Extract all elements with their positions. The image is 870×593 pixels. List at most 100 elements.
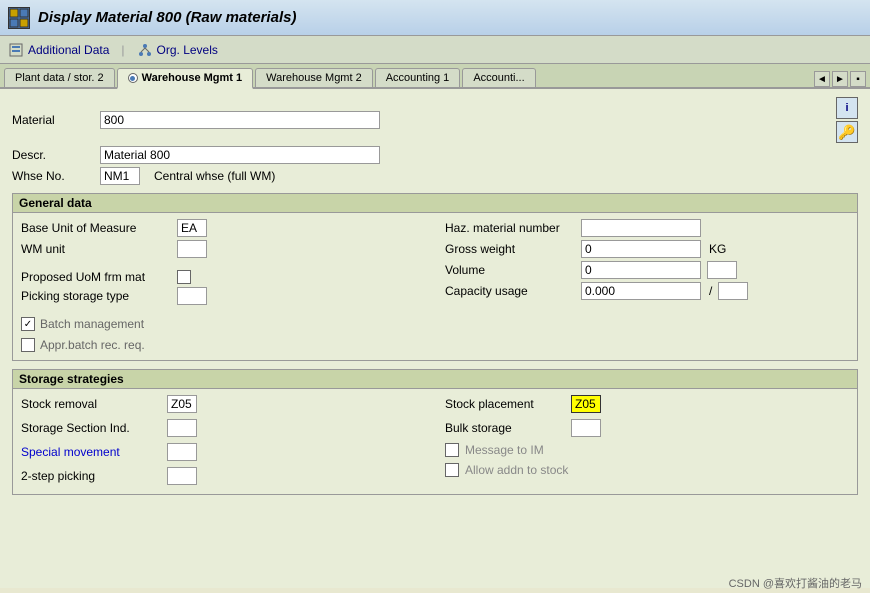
appr-batch-checkbox[interactable] bbox=[21, 338, 35, 352]
message-to-row: Message to IM bbox=[445, 443, 849, 457]
material-label: Material bbox=[12, 113, 92, 127]
storage-section-input[interactable] bbox=[167, 419, 197, 437]
tab-accounting1-label: Accounting 1 bbox=[386, 72, 450, 84]
descr-input[interactable] bbox=[100, 146, 380, 164]
capacity-slash: / bbox=[709, 284, 712, 298]
material-row: Material i 🔑 bbox=[12, 97, 858, 143]
stock-placement-row: Stock placement bbox=[445, 395, 849, 413]
storage-left-column: Stock removal Storage Section Ind. Speci… bbox=[21, 395, 425, 488]
storage-strategies-section: Storage strategies Stock removal Storage… bbox=[12, 369, 858, 495]
allow-addn-row: Allow addn to stock bbox=[445, 463, 849, 477]
capacity-row: Capacity usage / bbox=[445, 282, 849, 300]
additional-data-icon bbox=[8, 42, 24, 58]
tab-warehouse-mgmt1[interactable]: Warehouse Mgmt 1 bbox=[117, 68, 253, 89]
window-title: Display Material 800 (Raw materials) bbox=[38, 9, 296, 26]
wm-unit-row: WM unit bbox=[21, 240, 425, 258]
left-column: Base Unit of Measure WM unit Proposed Uo… bbox=[21, 219, 425, 354]
batch-mgmt-label: Batch management bbox=[40, 317, 144, 331]
org-levels-label: Org. Levels bbox=[157, 43, 218, 57]
volume-input[interactable] bbox=[581, 261, 701, 279]
special-movement-label: Special movement bbox=[21, 445, 161, 459]
org-levels-icon bbox=[137, 42, 153, 58]
stock-removal-row: Stock removal bbox=[21, 395, 425, 413]
general-data-title: General data bbox=[13, 194, 857, 213]
key-button[interactable]: 🔑 bbox=[836, 121, 858, 143]
appr-batch-label: Appr.batch rec. req. bbox=[40, 338, 145, 352]
picking-storage-label: Picking storage type bbox=[21, 289, 171, 303]
capacity-unit-input[interactable] bbox=[718, 282, 748, 300]
gross-weight-unit: KG bbox=[709, 242, 726, 256]
wm-unit-label: WM unit bbox=[21, 242, 171, 256]
storage-columns: Stock removal Storage Section Ind. Speci… bbox=[21, 395, 849, 488]
material-input[interactable] bbox=[100, 111, 380, 129]
main-content: Material i 🔑 Descr. Whse No. Central whs… bbox=[0, 89, 870, 588]
additional-data-button[interactable]: Additional Data bbox=[8, 42, 109, 58]
message-to-checkbox[interactable] bbox=[445, 443, 459, 457]
tab-next-button[interactable]: ► bbox=[832, 71, 848, 87]
tab-plant-data[interactable]: Plant data / stor. 2 bbox=[4, 68, 115, 87]
two-step-row: 2-step picking bbox=[21, 467, 425, 485]
haz-material-input[interactable] bbox=[581, 219, 701, 237]
tab-warehouse-mgmt2-label: Warehouse Mgmt 2 bbox=[266, 72, 362, 84]
stock-placement-input[interactable] bbox=[571, 395, 601, 413]
whse-row: Whse No. Central whse (full WM) bbox=[12, 167, 858, 185]
tab-accounting1[interactable]: Accounting 1 bbox=[375, 68, 461, 87]
stock-removal-input[interactable] bbox=[167, 395, 197, 413]
bulk-storage-row: Bulk storage bbox=[445, 419, 849, 437]
tabs-bar: Plant data / stor. 2 Warehouse Mgmt 1 Wa… bbox=[0, 64, 870, 89]
tab-radio-icon bbox=[128, 73, 138, 83]
haz-material-label: Haz. material number bbox=[445, 221, 575, 235]
tab-menu-button[interactable]: ▪ bbox=[850, 71, 866, 87]
title-bar: Display Material 800 (Raw materials) bbox=[0, 0, 870, 36]
storage-section-label: Storage Section Ind. bbox=[21, 421, 161, 435]
right-column: Haz. material number Gross weight KG Vol… bbox=[445, 219, 849, 354]
volume-unit-input[interactable] bbox=[707, 261, 737, 279]
base-uom-input[interactable] bbox=[177, 219, 207, 237]
org-levels-button[interactable]: Org. Levels bbox=[137, 42, 218, 58]
bulk-storage-label: Bulk storage bbox=[445, 421, 565, 435]
gross-weight-input[interactable] bbox=[581, 240, 701, 258]
tab-warehouse-mgmt1-label: Warehouse Mgmt 1 bbox=[142, 72, 242, 84]
storage-strategies-title: Storage strategies bbox=[13, 370, 857, 389]
batch-mgmt-checkbox[interactable] bbox=[21, 317, 35, 331]
base-uom-row: Base Unit of Measure bbox=[21, 219, 425, 237]
stock-placement-label: Stock placement bbox=[445, 397, 565, 411]
whse-input[interactable] bbox=[100, 167, 140, 185]
general-data-content: Base Unit of Measure WM unit Proposed Uo… bbox=[13, 213, 857, 360]
gross-weight-row: Gross weight KG bbox=[445, 240, 849, 258]
additional-data-label: Additional Data bbox=[28, 43, 109, 57]
bulk-storage-input[interactable] bbox=[571, 419, 601, 437]
whse-desc: Central whse (full WM) bbox=[154, 169, 275, 183]
info-button[interactable]: i bbox=[836, 97, 858, 119]
two-step-input[interactable] bbox=[167, 467, 197, 485]
two-step-label: 2-step picking bbox=[21, 469, 161, 483]
proposed-uom-label: Proposed UoM frm mat bbox=[21, 270, 171, 284]
picking-storage-input[interactable] bbox=[177, 287, 207, 305]
message-to-label: Message to IM bbox=[465, 443, 544, 457]
special-movement-row: Special movement bbox=[21, 443, 425, 461]
volume-label: Volume bbox=[445, 263, 575, 277]
picking-storage-row: Picking storage type bbox=[21, 287, 425, 305]
special-movement-input[interactable] bbox=[167, 443, 197, 461]
info-buttons: i 🔑 bbox=[836, 97, 858, 143]
haz-material-row: Haz. material number bbox=[445, 219, 849, 237]
capacity-input[interactable] bbox=[581, 282, 701, 300]
gross-weight-label: Gross weight bbox=[445, 242, 575, 256]
tab-warehouse-mgmt2[interactable]: Warehouse Mgmt 2 bbox=[255, 68, 373, 87]
app-icon bbox=[8, 7, 30, 29]
proposed-uom-checkbox[interactable] bbox=[177, 270, 191, 284]
volume-row: Volume bbox=[445, 261, 849, 279]
wm-unit-input[interactable] bbox=[177, 240, 207, 258]
tab-accounting2-label: Accounti... bbox=[473, 72, 524, 84]
proposed-uom-row: Proposed UoM frm mat bbox=[21, 270, 425, 284]
tab-navigation: ◄ ► ▪ bbox=[814, 71, 866, 87]
tab-accounting2[interactable]: Accounti... bbox=[462, 68, 535, 87]
batch-mgmt-row: Batch management bbox=[21, 317, 425, 331]
storage-strategies-content: Stock removal Storage Section Ind. Speci… bbox=[13, 389, 857, 494]
allow-addn-checkbox[interactable] bbox=[445, 463, 459, 477]
descr-label: Descr. bbox=[12, 148, 92, 162]
tab-prev-button[interactable]: ◄ bbox=[814, 71, 830, 87]
allow-addn-label: Allow addn to stock bbox=[465, 463, 568, 477]
header-fields: Material i 🔑 Descr. Whse No. Central whs… bbox=[12, 97, 858, 185]
watermark: CSDN @喜欢打酱油的老马 bbox=[729, 575, 862, 591]
